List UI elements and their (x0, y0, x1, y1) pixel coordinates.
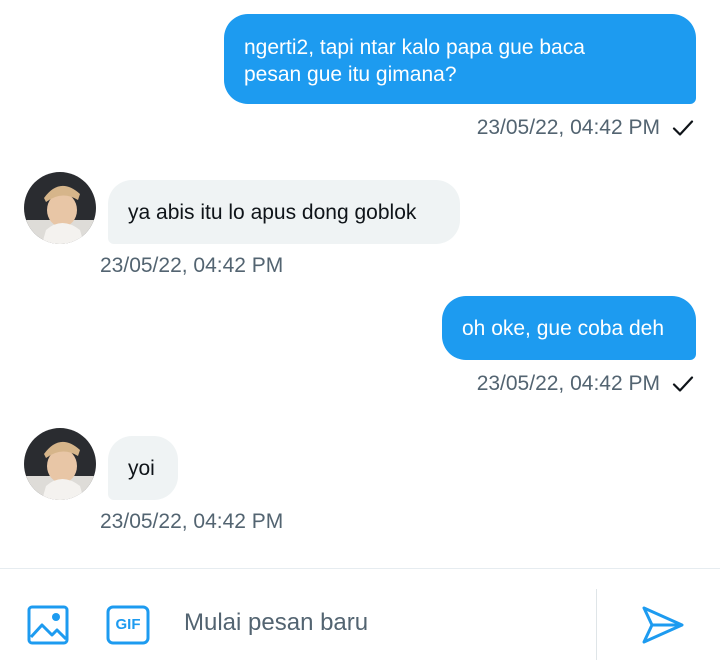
message-meta: 23/05/22, 04:42 PM (477, 372, 694, 396)
message-list: ngerti2, tapi ntar kalo papa gue baca pe… (0, 0, 720, 568)
check-icon (672, 376, 694, 392)
avatar[interactable] (24, 428, 96, 500)
message-meta: 23/05/22, 04:42 PM (477, 116, 694, 140)
message-meta: 23/05/22, 04:42 PM (100, 510, 283, 534)
image-icon (27, 605, 69, 645)
message-meta: 23/05/22, 04:42 PM (100, 254, 283, 278)
message-composer: GIF (0, 568, 720, 660)
avatar-photo (24, 428, 96, 500)
incoming-message-bubble[interactable]: yoi (108, 436, 178, 500)
dm-conversation-screen: ngerti2, tapi ntar kalo papa gue baca pe… (0, 0, 720, 660)
message-text-line: ngerti2, tapi ntar kalo papa gue baca (244, 36, 585, 59)
message-text: oh oke, gue coba deh (462, 317, 665, 340)
avatar-photo (24, 172, 96, 244)
incoming-message-bubble[interactable]: ya abis itu lo apus dong goblok (108, 180, 460, 244)
gif-button[interactable]: GIF (106, 605, 150, 645)
message-input[interactable] (184, 609, 574, 637)
check-icon (672, 120, 694, 136)
outgoing-message-bubble[interactable]: oh oke, gue coba deh (442, 296, 696, 360)
message-text: yoi (128, 457, 155, 480)
message-timestamp: 23/05/22, 04:42 PM (100, 254, 284, 277)
add-media-button[interactable] (26, 603, 70, 647)
message-timestamp: 23/05/22, 04:42 PM (476, 116, 660, 139)
composer-divider (596, 589, 597, 660)
send-button[interactable] (640, 603, 686, 647)
message-text: ya abis itu lo apus dong goblok (128, 201, 417, 224)
avatar[interactable] (24, 172, 96, 244)
message-timestamp: 23/05/22, 04:42 PM (100, 510, 284, 533)
outgoing-message-bubble[interactable]: ngerti2, tapi ntar kalo papa gue baca pe… (224, 14, 696, 104)
gif-label: GIF (115, 616, 141, 633)
message-text-line: pesan gue itu gimana? (244, 63, 457, 86)
send-icon (642, 606, 684, 644)
message-timestamp: 23/05/22, 04:42 PM (476, 372, 660, 395)
